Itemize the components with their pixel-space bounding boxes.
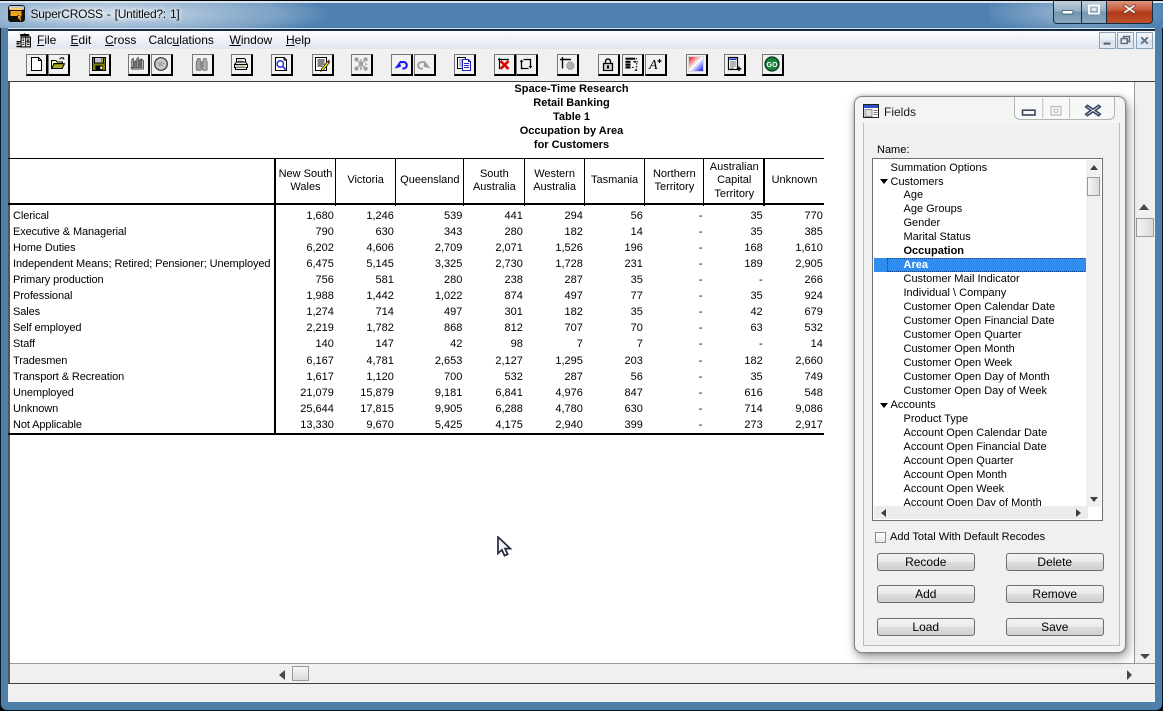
svg-text:A: A [648, 58, 658, 72]
svg-text:GO: GO [767, 61, 778, 68]
